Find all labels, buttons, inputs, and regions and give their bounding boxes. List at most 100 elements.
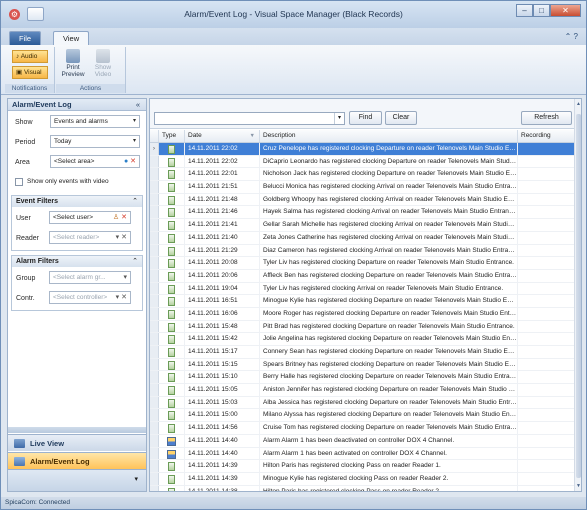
access-event-icon: [168, 335, 175, 345]
table-row[interactable]: 14.11.2011 16:06 Moore Roger has register…: [150, 307, 574, 321]
nav-live-view[interactable]: Live View: [8, 434, 146, 451]
show-select[interactable]: Events and alarms ▾: [50, 115, 140, 128]
table-row[interactable]: 14.11.2011 21:46 Hayek Salma has register…: [150, 206, 574, 220]
audio-toggle[interactable]: ♪ Audio: [12, 50, 48, 63]
nav-more-button[interactable]: ▾: [8, 469, 146, 491]
video-only-checkbox[interactable]: [15, 178, 23, 186]
user-select[interactable]: <Select user> ♙ ✕: [49, 211, 131, 224]
table-row[interactable]: 14.11.2011 15:15 Spears Britney has regis…: [150, 358, 574, 372]
maximize-icon[interactable]: □: [533, 4, 550, 17]
table-row[interactable]: 14.11.2011 15:05 Aniston Jennifer has reg…: [150, 384, 574, 397]
print-preview-button[interactable]: Print Preview: [60, 47, 86, 78]
collapse-section-icon[interactable]: ⌃: [132, 196, 138, 207]
type-cell: [159, 358, 185, 371]
row-indicator-header: [150, 130, 159, 142]
period-select[interactable]: Today ▾: [50, 135, 140, 148]
user-clear-icon[interactable]: ✕: [121, 214, 127, 221]
user-pick-icon[interactable]: ♙: [113, 214, 119, 221]
close-icon[interactable]: ✕: [550, 4, 581, 17]
scroll-up-icon[interactable]: ▲: [575, 101, 582, 107]
event-filters-header[interactable]: Event Filters ⌃: [12, 196, 142, 207]
scroll-thumb[interactable]: [576, 114, 581, 478]
recording-cell: [518, 435, 574, 447]
chevron-down-icon[interactable]: ▾: [334, 113, 344, 124]
controller-select[interactable]: <Select controller> ▾ ✕: [49, 291, 131, 304]
tab-view[interactable]: View: [53, 31, 90, 45]
type-cell: [159, 269, 185, 282]
type-cell: [159, 168, 185, 181]
log-toolbar: ▾ Find Clear Refresh: [150, 99, 581, 129]
table-row[interactable]: 14.11.2011 14:56 Cruise Tom has registere…: [150, 422, 574, 435]
ribbon-help-icons[interactable]: ⌃ ?: [565, 32, 578, 41]
table-row[interactable]: 14.11.2011 15:03 Alba Jessica has registe…: [150, 396, 574, 410]
collapse-section-icon[interactable]: ⌃: [132, 256, 138, 267]
table-row[interactable]: 14.11.2011 14:39 Minogue Kylie has regist…: [150, 472, 574, 486]
table-row[interactable]: › 14.11.2011 22:02 Cruz Penelope has regis…: [150, 143, 574, 156]
show-video-button[interactable]: Show Video: [90, 47, 116, 78]
find-button[interactable]: Find: [349, 111, 382, 125]
tab-file[interactable]: File: [9, 31, 42, 45]
scroll-down-icon[interactable]: ▼: [575, 483, 582, 489]
table-row[interactable]: 14.11.2011 21:41 Gellar Sarah Michelle ha…: [150, 219, 574, 232]
table-row[interactable]: 14.11.2011 21:51 Belucci Monica has regis…: [150, 181, 574, 194]
table-row[interactable]: 14.11.2011 15:00 Milano Alyssa has regist…: [150, 409, 574, 423]
recording-cell: [518, 156, 574, 168]
table-row[interactable]: 14.11.2011 15:42 Jolie Angelina has regis…: [150, 333, 574, 346]
type-cell: [159, 219, 185, 231]
table-row[interactable]: 14.11.2011 21:29 Diaz Cameron has registe…: [150, 244, 574, 258]
search-input[interactable]: ▾: [154, 112, 345, 125]
area-clear-icon[interactable]: ✕: [130, 158, 136, 165]
minimize-icon[interactable]: –: [516, 4, 533, 17]
recording-cell: [518, 181, 574, 193]
date-cell: 14.11.2011 21:29: [185, 244, 260, 257]
table-row[interactable]: 14.11.2011 20:06 Affleck Ben has register…: [150, 269, 574, 283]
group-select[interactable]: <Select alarm gr... ▾: [49, 271, 131, 284]
period-value: Today: [54, 138, 72, 145]
column-header-date[interactable]: Date ▼: [185, 130, 260, 142]
table-row[interactable]: 14.11.2011 16:51 Minogue Kylie has regist…: [150, 295, 574, 308]
table-row[interactable]: 14.11.2011 15:48 Pitt Brad has registered…: [150, 320, 574, 334]
table-row[interactable]: 14.11.2011 14:39 Hilton Paris has registe…: [150, 460, 574, 473]
row-indicator: [150, 269, 159, 282]
table-row[interactable]: 14.11.2011 21:40 Zeta Jones Catherine has…: [150, 231, 574, 245]
event-filters-title: Event Filters: [16, 198, 59, 205]
row-indicator: [150, 472, 159, 485]
column-header-recording[interactable]: Recording: [518, 130, 574, 142]
column-header-description[interactable]: Description: [260, 130, 518, 142]
column-header-type[interactable]: Type: [159, 130, 185, 142]
collapse-pane-icon[interactable]: «: [136, 99, 140, 111]
show-value: Events and alarms: [54, 118, 108, 125]
table-row[interactable]: 14.11.2011 15:10 Berry Halle has register…: [150, 371, 574, 385]
table-row[interactable]: 14.11.2011 15:17 Connery Sean has registe…: [150, 346, 574, 359]
type-cell: [159, 447, 185, 460]
refresh-button[interactable]: Refresh: [521, 111, 572, 125]
table-row[interactable]: 14.11.2011 22:01 Nicholson Jack has regis…: [150, 168, 574, 182]
access-event-icon: [168, 360, 175, 370]
table-row[interactable]: 14.11.2011 14:38Hilton Paris has registe…: [150, 485, 574, 491]
table-row[interactable]: 14.11.2011 21:48 Goldberg Whoopy has regi…: [150, 193, 574, 207]
table-row[interactable]: 14.11.2011 20:08 Tyler Liv has registered…: [150, 257, 574, 270]
date-cell: 14.11.2011 14:40: [185, 447, 260, 460]
row-indicator: [150, 181, 159, 193]
area-select[interactable]: <Select area> ● ✕: [50, 155, 140, 168]
date-cell: 14.11.2011 21:46: [185, 206, 260, 219]
table-row[interactable]: 14.11.2011 14:40 Alarm Alarm 1 has been d…: [150, 434, 574, 448]
recording-cell: [518, 321, 574, 333]
nav-alarm-event-log[interactable]: Alarm/Event Log: [8, 452, 146, 469]
nav-splitter[interactable]: [8, 427, 146, 433]
alarm-filters-title: Alarm Filters: [16, 258, 59, 265]
description-cell: Minogue Kylie has registered clocking De…: [260, 295, 518, 307]
description-cell: Affleck Ben has registered clocking Depa…: [260, 269, 518, 282]
clear-button[interactable]: Clear: [385, 111, 417, 125]
visual-toggle[interactable]: ▣ Visual: [12, 66, 48, 79]
reader-select[interactable]: <Select reader> ▾ ✕: [49, 231, 131, 244]
area-pick-icon[interactable]: ●: [124, 158, 128, 165]
table-row[interactable]: 14.11.2011 19:04 Tyler Liv has registered…: [150, 282, 574, 296]
vertical-scrollbar[interactable]: ▲ ▼: [574, 99, 581, 491]
status-bar: SpicaCom: Connected: [1, 497, 586, 509]
table-row[interactable]: 14.11.2011 22:02 DiCaprio Leonardo has re…: [150, 155, 574, 169]
print-preview-label: Print Preview: [61, 64, 85, 78]
table-row[interactable]: 14.11.2011 14:40 Alarm Alarm 1 has been a…: [150, 447, 574, 461]
alarm-filters-header[interactable]: Alarm Filters ⌃: [12, 256, 142, 267]
access-event-icon: [168, 233, 175, 243]
